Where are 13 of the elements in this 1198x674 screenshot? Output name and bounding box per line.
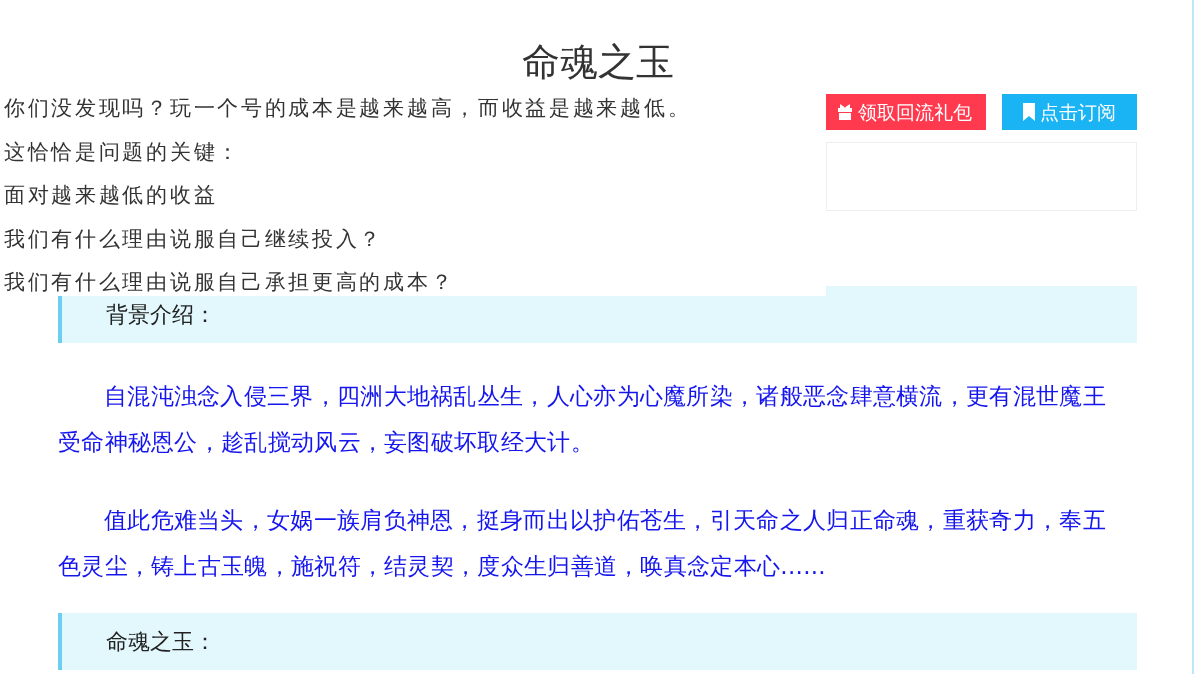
paragraph: 值此危难当头，女娲一族肩负神恩，挺身而出以护佑苍生，引天命之人归正命魂，重获奇力，奉五色灵尘，铸上古玉魄，施祝符，结灵契，度众生归善道，唤真念定本心...... [58,506,1107,581]
text-line: 这恰恰是问题的关键： [3,138,242,166]
page-title: 命魂之玉 [521,40,674,84]
text-line: 你们没发现吗？玩一个号的成本是越来越高，而收益是越来越低。 [3,95,693,122]
section-heading: 背景介绍： [106,301,216,329]
subscribe-button[interactable]: 点击订阅 [1002,94,1137,130]
bookmark-icon [1023,103,1035,121]
paragraph: 自混沌浊念入侵三界，四洲大地祸乱丛生，人心亦为心魔所染，诸般恶念肆意横流，更有混世魔王受命神秘恩公，趁乱搅动风云，妄图破坏取经大计。 [58,382,1107,457]
text-line: 我们有什么理由说服自己继续投入？ [3,225,385,253]
gift-icon [836,103,853,121]
section-heading: 命魂之玉： [106,628,216,656]
text-line: 面对越来越低的收益 [3,182,219,209]
text-line: 我们有什么理由说服自己承担更高的成本？ [3,269,456,296]
